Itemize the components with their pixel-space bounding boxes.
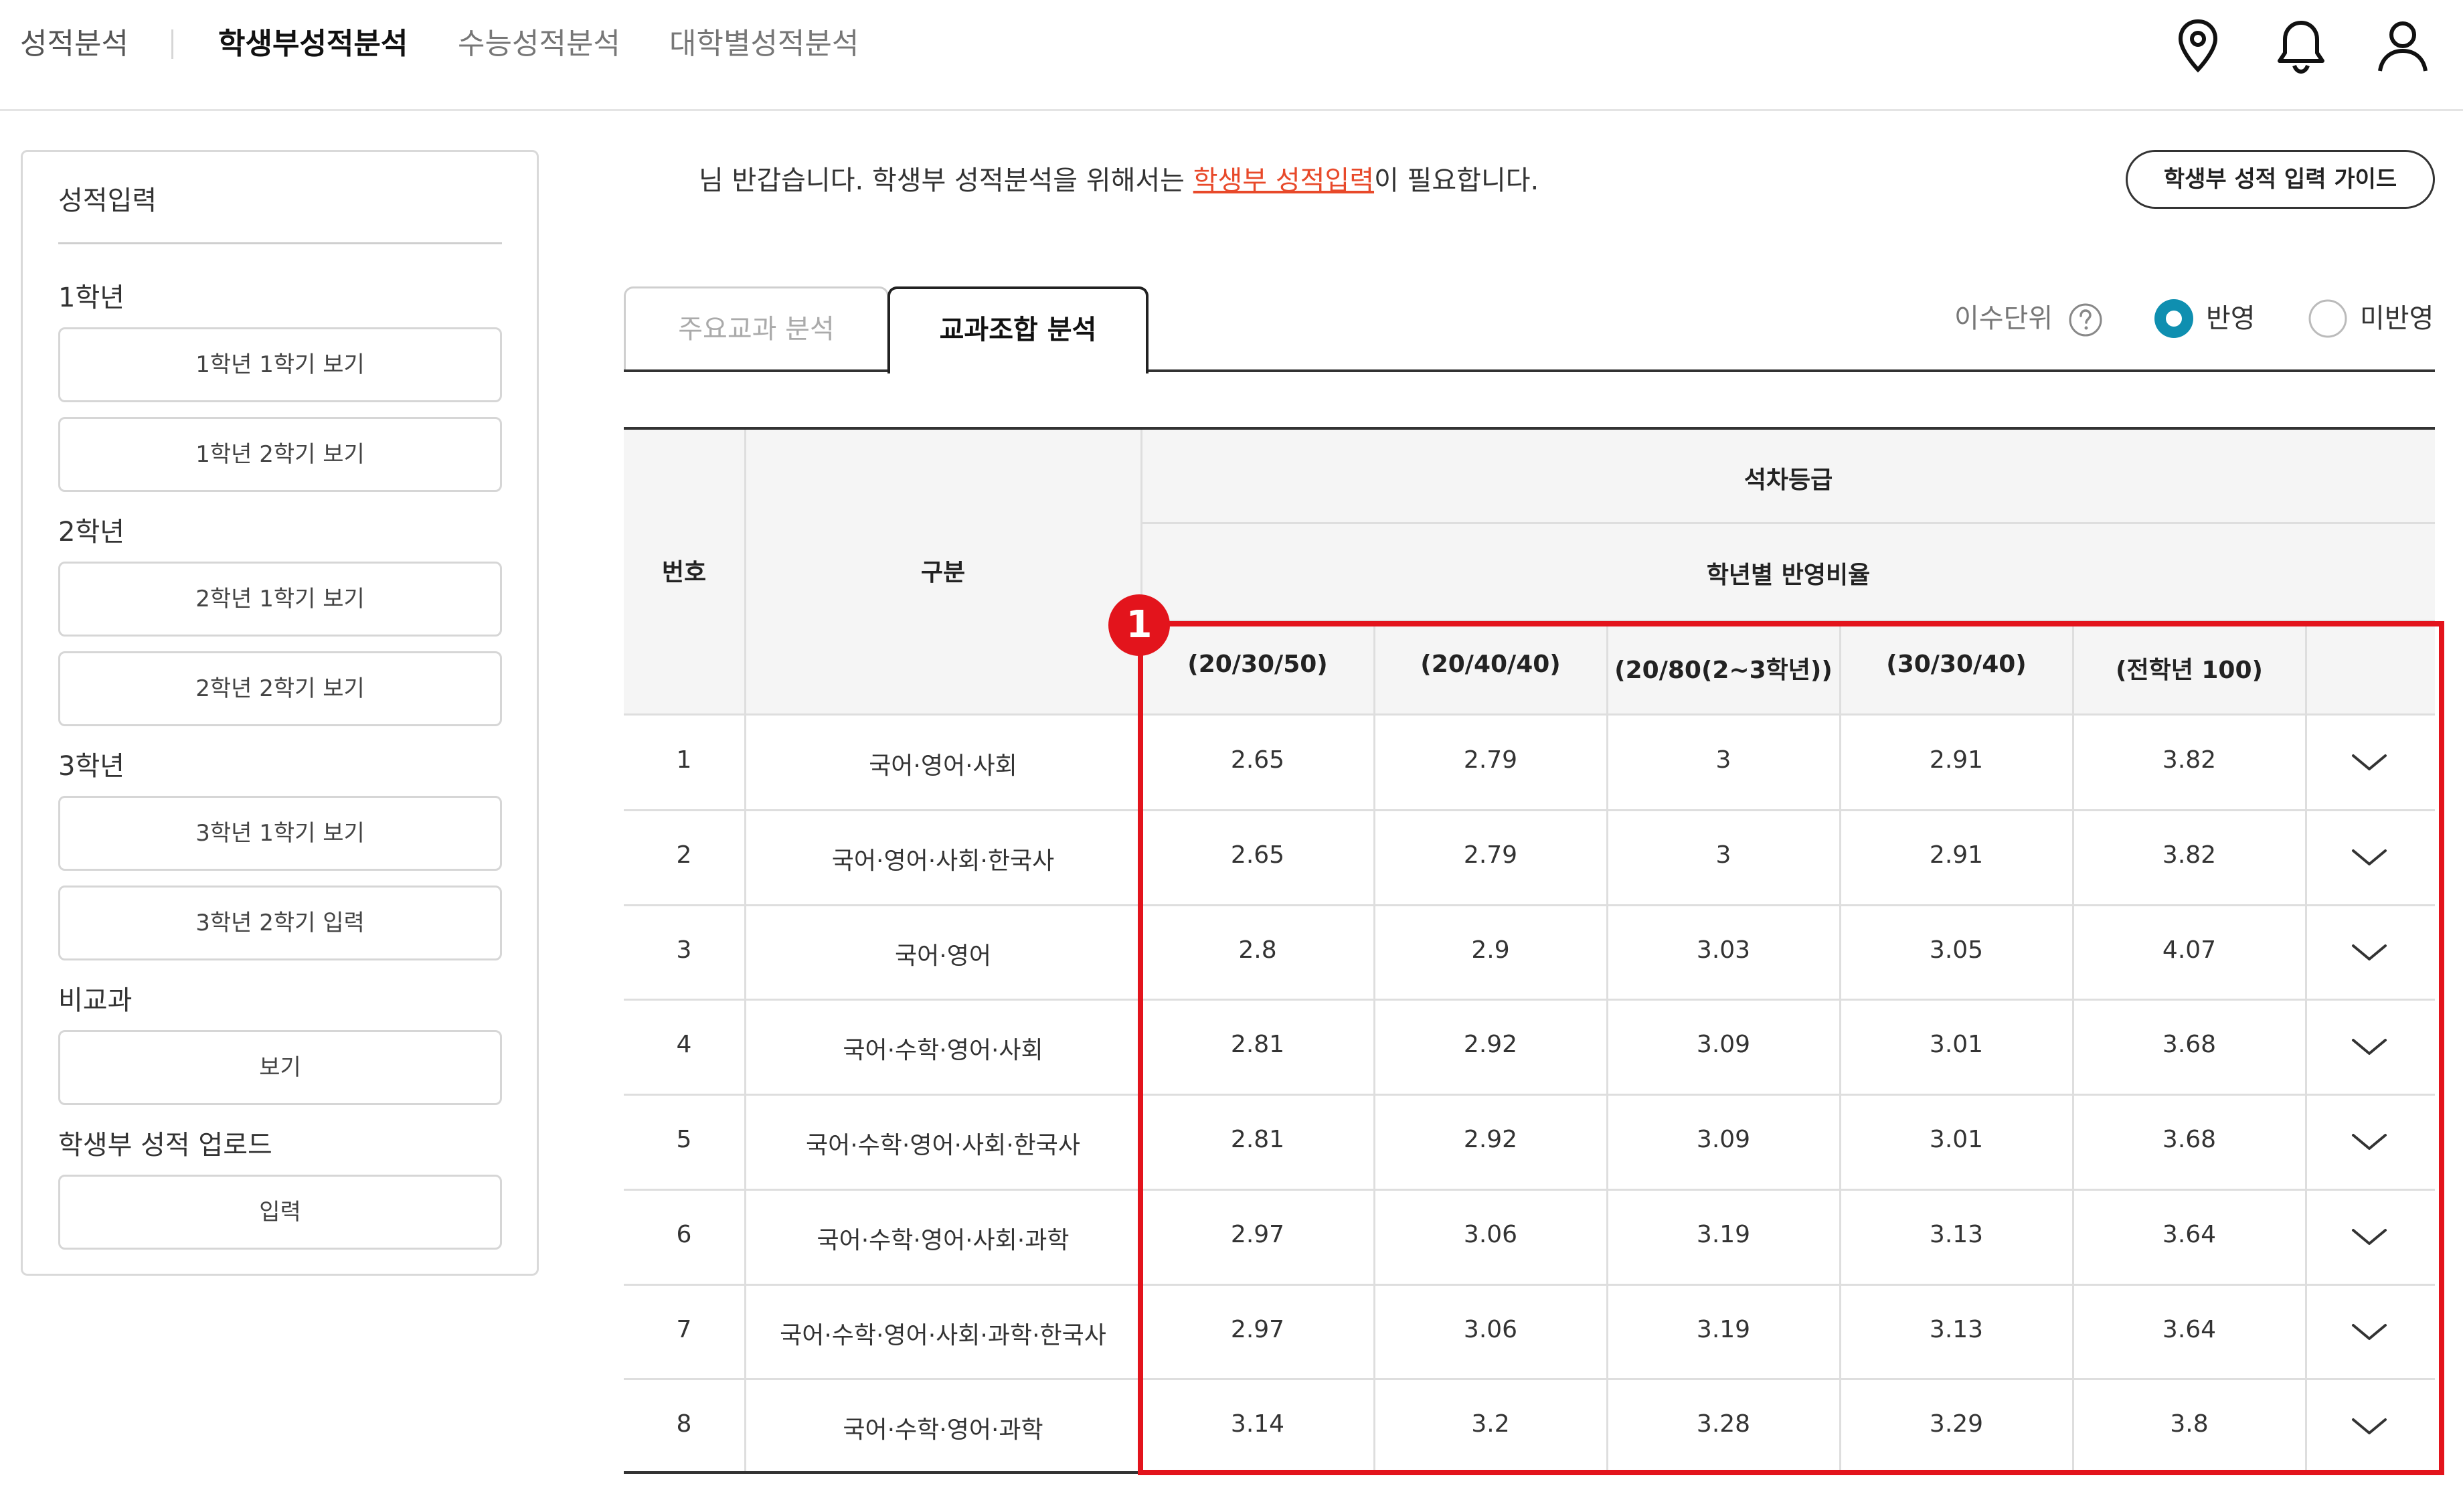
upload-input-button[interactable]: 입력 bbox=[58, 1175, 502, 1250]
grade1-sem2-button[interactable]: 1학년 2학기 보기 bbox=[58, 417, 502, 492]
welcome-prefix: 님 반갑습니다. 학생부 성적분석을 위해서는 bbox=[699, 165, 1193, 196]
row-number: 2 bbox=[676, 841, 692, 869]
extracurricular-view-button[interactable]: 보기 bbox=[58, 1030, 502, 1105]
row-category: 국어·영어·사회·한국사 bbox=[831, 847, 1055, 875]
sidebar-group-extracurricular: 비교과 bbox=[58, 985, 133, 1016]
grade1-sem1-button[interactable]: 1학년 1학기 보기 bbox=[58, 327, 502, 402]
score-input-link[interactable]: 학생부 성적입력 bbox=[1193, 165, 1374, 196]
nav-brand[interactable]: 성적분석 bbox=[20, 25, 129, 63]
input-guide-button[interactable]: 학생부 성적 입력 가이드 bbox=[2126, 150, 2435, 209]
radio-not-apply[interactable] bbox=[2308, 299, 2348, 339]
nav-tab-university[interactable]: 대학별성적분석 bbox=[669, 25, 859, 63]
row-number: 8 bbox=[676, 1410, 692, 1438]
help-icon[interactable] bbox=[2068, 303, 2103, 337]
credit-unit-label: 이수단위 bbox=[1954, 303, 2053, 334]
radio-not-apply-label[interactable]: 미반영 bbox=[2360, 300, 2434, 337]
row-category: 국어·영어·사회 bbox=[869, 752, 1017, 780]
nav-tab-school-record[interactable]: 학생부성적분석 bbox=[218, 25, 408, 63]
annotation-badge: 1 bbox=[1108, 594, 1170, 656]
header-ratio-by-year: 학년별 반영비율 bbox=[1706, 562, 1871, 589]
row-number: 1 bbox=[676, 746, 692, 774]
grade3-sem2-button[interactable]: 3학년 2학기 입력 bbox=[58, 886, 502, 960]
radio-apply-label[interactable]: 반영 bbox=[2206, 300, 2256, 337]
row-category: 국어·수학·영어·사회·과학·한국사 bbox=[780, 1321, 1106, 1349]
score-input-sidebar: 성적입력 1학년 1학년 1학기 보기 1학년 2학기 보기 2학년 2학년 1… bbox=[21, 150, 539, 1276]
row-category: 국어·수학·영어·과학 bbox=[843, 1416, 1043, 1444]
sidebar-group-grade1: 1학년 bbox=[58, 282, 125, 313]
sidebar-group-upload: 학생부 성적 업로드 bbox=[58, 1130, 272, 1161]
location-pin-icon[interactable] bbox=[2166, 13, 2230, 78]
annotation-highlight-box bbox=[1138, 621, 2444, 1475]
row-category: 국어·영어 bbox=[895, 942, 991, 970]
row-number: 5 bbox=[676, 1126, 692, 1153]
row-number: 7 bbox=[676, 1315, 692, 1343]
nav-divider bbox=[171, 29, 173, 59]
sidebar-divider bbox=[58, 242, 502, 244]
welcome-message: 님 반갑습니다. 학생부 성적분석을 위해서는 학생부 성적입력이 필요합니다. bbox=[699, 161, 1539, 201]
sidebar-group-grade2: 2학년 bbox=[58, 517, 125, 548]
row-category: 국어·수학·영어·사회 bbox=[843, 1037, 1043, 1065]
welcome-suffix: 이 필요합니다. bbox=[1374, 165, 1539, 196]
grade2-sem2-button[interactable]: 2학년 2학기 보기 bbox=[58, 651, 502, 726]
row-number: 3 bbox=[676, 936, 692, 964]
header-row-divider bbox=[1142, 522, 2435, 524]
bell-icon[interactable] bbox=[2269, 13, 2333, 78]
sidebar-title: 성적입력 bbox=[58, 185, 157, 216]
row-category: 국어·수학·영어·사회·한국사 bbox=[805, 1132, 1081, 1159]
row-number: 6 bbox=[676, 1220, 692, 1248]
sidebar-group-grade3: 3학년 bbox=[58, 751, 125, 782]
radio-apply[interactable] bbox=[2154, 299, 2194, 339]
user-icon[interactable] bbox=[2371, 13, 2435, 78]
row-number: 4 bbox=[676, 1031, 692, 1059]
tab-subject-combination-analysis[interactable]: 교과조합 분석 bbox=[887, 286, 1149, 373]
row-category: 국어·수학·영어·사회·과학 bbox=[817, 1226, 1070, 1254]
header-category: 구분 bbox=[920, 559, 966, 586]
grade2-sem1-button[interactable]: 2학년 1학기 보기 bbox=[58, 562, 502, 637]
tab-main-subject-analysis[interactable]: 주요교과 분석 bbox=[624, 286, 889, 372]
header-rank-grade: 석차등급 bbox=[1744, 467, 1833, 494]
top-navigation: 성적분석 학생부성적분석 수능성적분석 대학별성적분석 bbox=[0, 0, 2463, 111]
header-number: 번호 bbox=[661, 559, 707, 586]
nav-tab-suneung[interactable]: 수능성적분석 bbox=[458, 25, 620, 63]
grade3-sem1-button[interactable]: 3학년 1학기 보기 bbox=[58, 796, 502, 871]
